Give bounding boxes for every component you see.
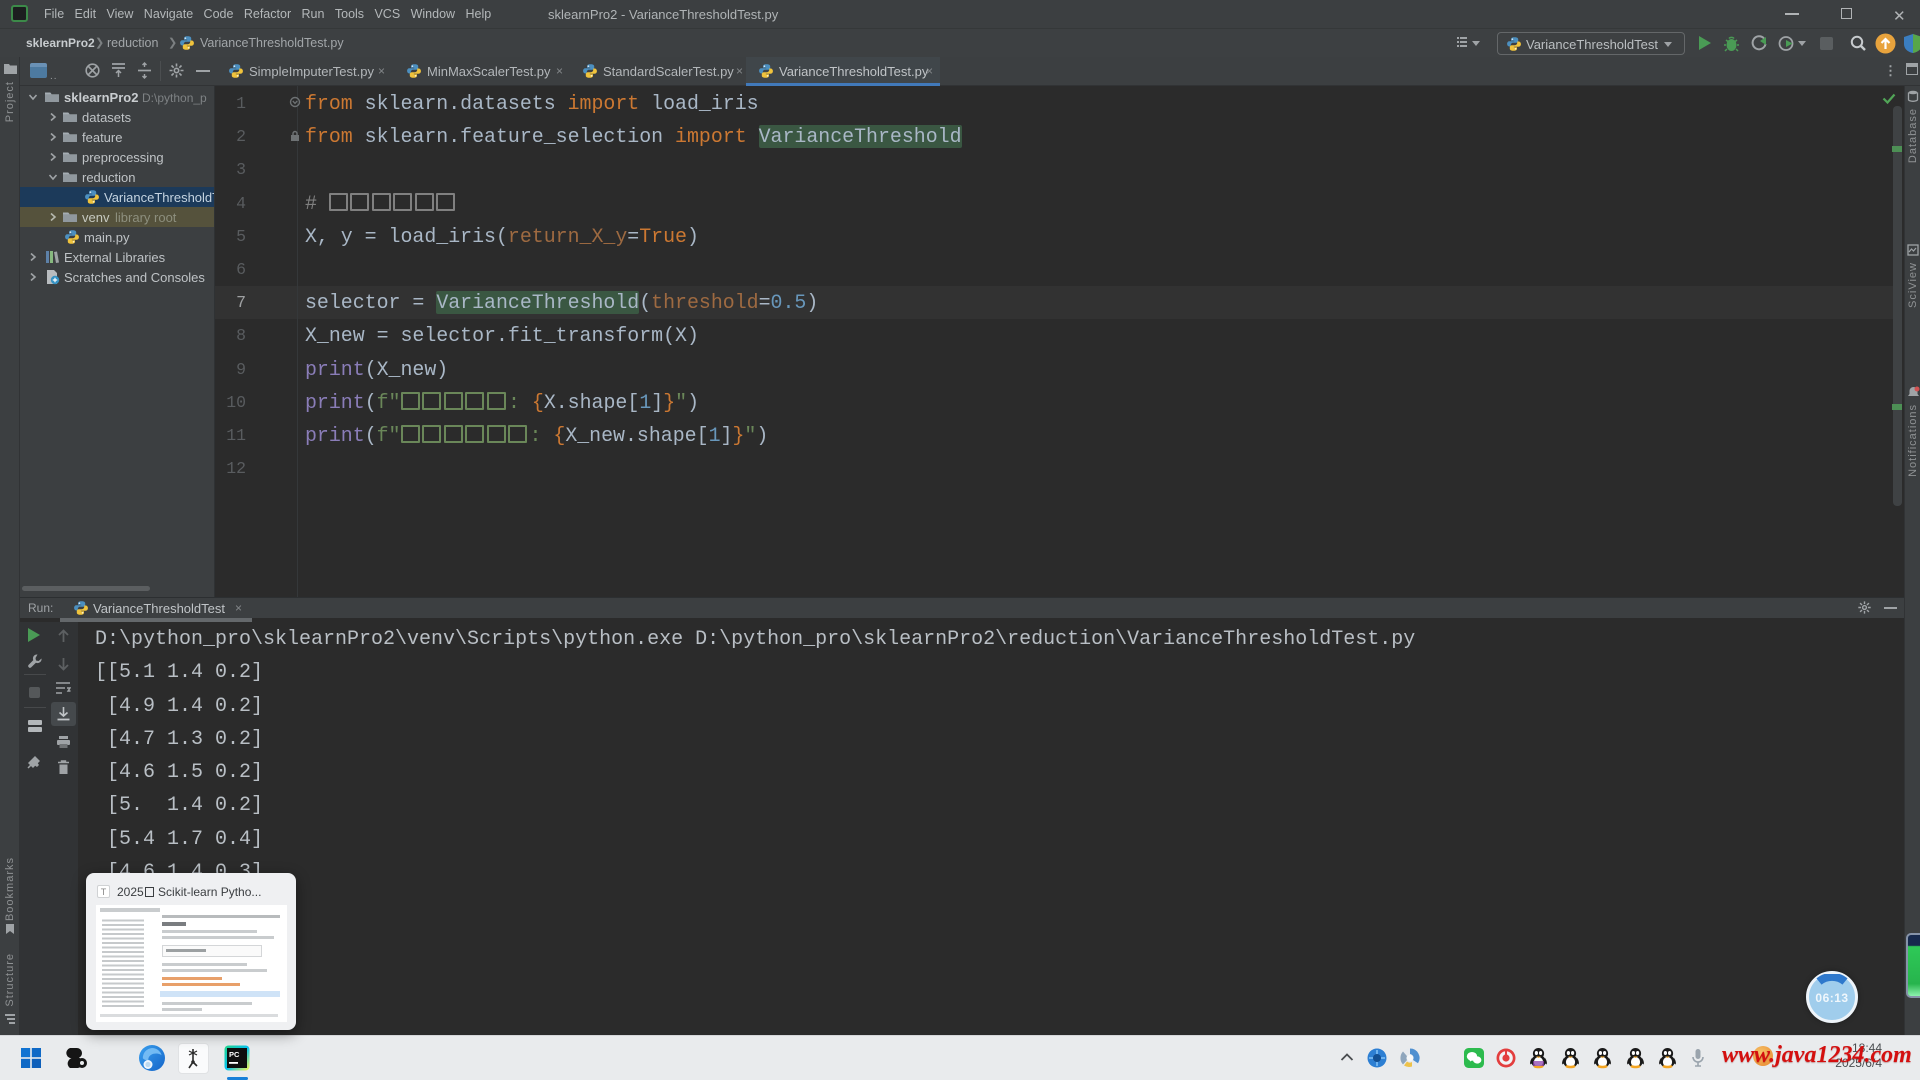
svg-text:PC: PC <box>229 1050 240 1059</box>
